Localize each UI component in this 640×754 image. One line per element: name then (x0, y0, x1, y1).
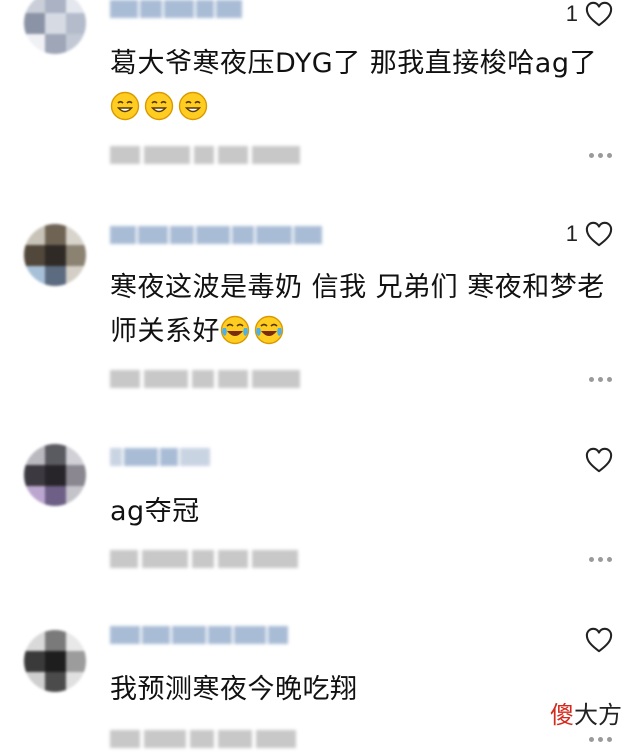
like-button[interactable] (578, 626, 614, 654)
watermark: 傻大方 (550, 701, 622, 729)
avatar-pixel (45, 444, 66, 465)
avatar-pixel (45, 245, 66, 266)
more-options-button[interactable] (589, 737, 612, 742)
avatar-pixel (24, 486, 45, 506)
avatar-pixel (66, 34, 86, 54)
heart-icon (585, 221, 613, 247)
comment-text: 葛大爷寒夜压DYG了 那我直接梭哈ag了 (110, 42, 610, 130)
avatar-pixel (24, 651, 45, 672)
more-dots-icon (589, 737, 594, 742)
avatar-pixel (24, 630, 45, 651)
comment-item: 我预测寒夜今晚吃翔 (0, 616, 640, 754)
more-dots-icon (589, 153, 594, 158)
comment-text: ag夺冠 (110, 496, 200, 527)
comment-meta-blurred (110, 368, 300, 390)
avatar-pixel (24, 266, 45, 286)
more-dots-icon (589, 557, 594, 562)
avatar-pixel (45, 465, 66, 486)
avatar-pixel (24, 245, 45, 266)
smile-emoji (178, 91, 212, 123)
avatar-pixel (66, 630, 86, 651)
comment-text: 我预测寒夜今晚吃翔 (110, 674, 358, 705)
username-blurred[interactable] (110, 626, 288, 644)
tears-of-joy-emoji (254, 315, 288, 347)
avatar-pixel (45, 486, 66, 506)
comment-item: 1 葛大爷寒夜压DYG了 那我直接梭哈ag了 (0, 0, 640, 200)
comment-text: 寒夜这波是毒奶 信我 兄弟们 寒夜和梦老师关系好 (110, 272, 605, 347)
comment-meta-blurred (110, 144, 300, 166)
username-blurred[interactable] (110, 448, 210, 466)
heart-icon (585, 627, 613, 653)
like-count: 1 (565, 221, 578, 246)
more-options-button[interactable] (589, 153, 612, 158)
more-options-button[interactable] (589, 557, 612, 562)
avatar-pixel (66, 486, 86, 506)
avatar-pixel (66, 651, 86, 672)
avatar-pixel (45, 34, 66, 54)
avatar-pixel (66, 672, 86, 692)
tears-of-joy-emoji (220, 315, 254, 347)
more-dots-icon (589, 377, 594, 382)
avatar-pixel (66, 245, 86, 266)
avatar[interactable] (24, 224, 86, 286)
username-blurred[interactable] (110, 226, 322, 244)
avatar-pixel (45, 13, 66, 34)
comment-meta-blurred (110, 548, 298, 570)
comment-item: 1 寒夜这波是毒奶 信我 兄弟们 寒夜和梦老师关系好 (0, 216, 640, 416)
like-button[interactable]: 1 (566, 220, 614, 248)
avatar-pixel (45, 630, 66, 651)
avatar-pixel (66, 224, 86, 245)
avatar-pixel (66, 266, 86, 286)
avatar-pixel (45, 224, 66, 245)
avatar-pixel (24, 224, 45, 245)
avatar[interactable] (24, 0, 86, 54)
like-button[interactable] (578, 446, 614, 474)
comment-item: ag夺冠 (0, 432, 640, 602)
avatar-pixel (45, 266, 66, 286)
avatar[interactable] (24, 444, 86, 506)
avatar-pixel (66, 0, 86, 13)
like-count: 1 (565, 1, 578, 26)
avatar-pixel (24, 0, 45, 13)
more-options-button[interactable] (589, 377, 612, 382)
avatar[interactable] (24, 630, 86, 692)
avatar-pixel (24, 672, 45, 692)
smile-emoji (144, 91, 178, 123)
smile-emoji (110, 91, 144, 123)
avatar-pixel (45, 0, 66, 13)
avatar-pixel (24, 13, 45, 34)
avatar-pixel (66, 13, 86, 34)
avatar-pixel (45, 651, 66, 672)
avatar-pixel (24, 444, 45, 465)
avatar-pixel (24, 34, 45, 54)
comment-list: 1 葛大爷寒夜压DYG了 那我直接梭哈ag了 1 寒夜这波是毒奶 信我 兄弟们 … (0, 0, 640, 754)
like-button[interactable]: 1 (566, 0, 614, 28)
avatar-pixel (45, 672, 66, 692)
heart-icon (585, 447, 613, 473)
avatar-pixel (66, 465, 86, 486)
avatar-pixel (24, 465, 45, 486)
comment-meta-blurred (110, 728, 296, 750)
avatar-pixel (66, 444, 86, 465)
username-blurred[interactable] (110, 0, 242, 18)
heart-icon (585, 1, 613, 27)
